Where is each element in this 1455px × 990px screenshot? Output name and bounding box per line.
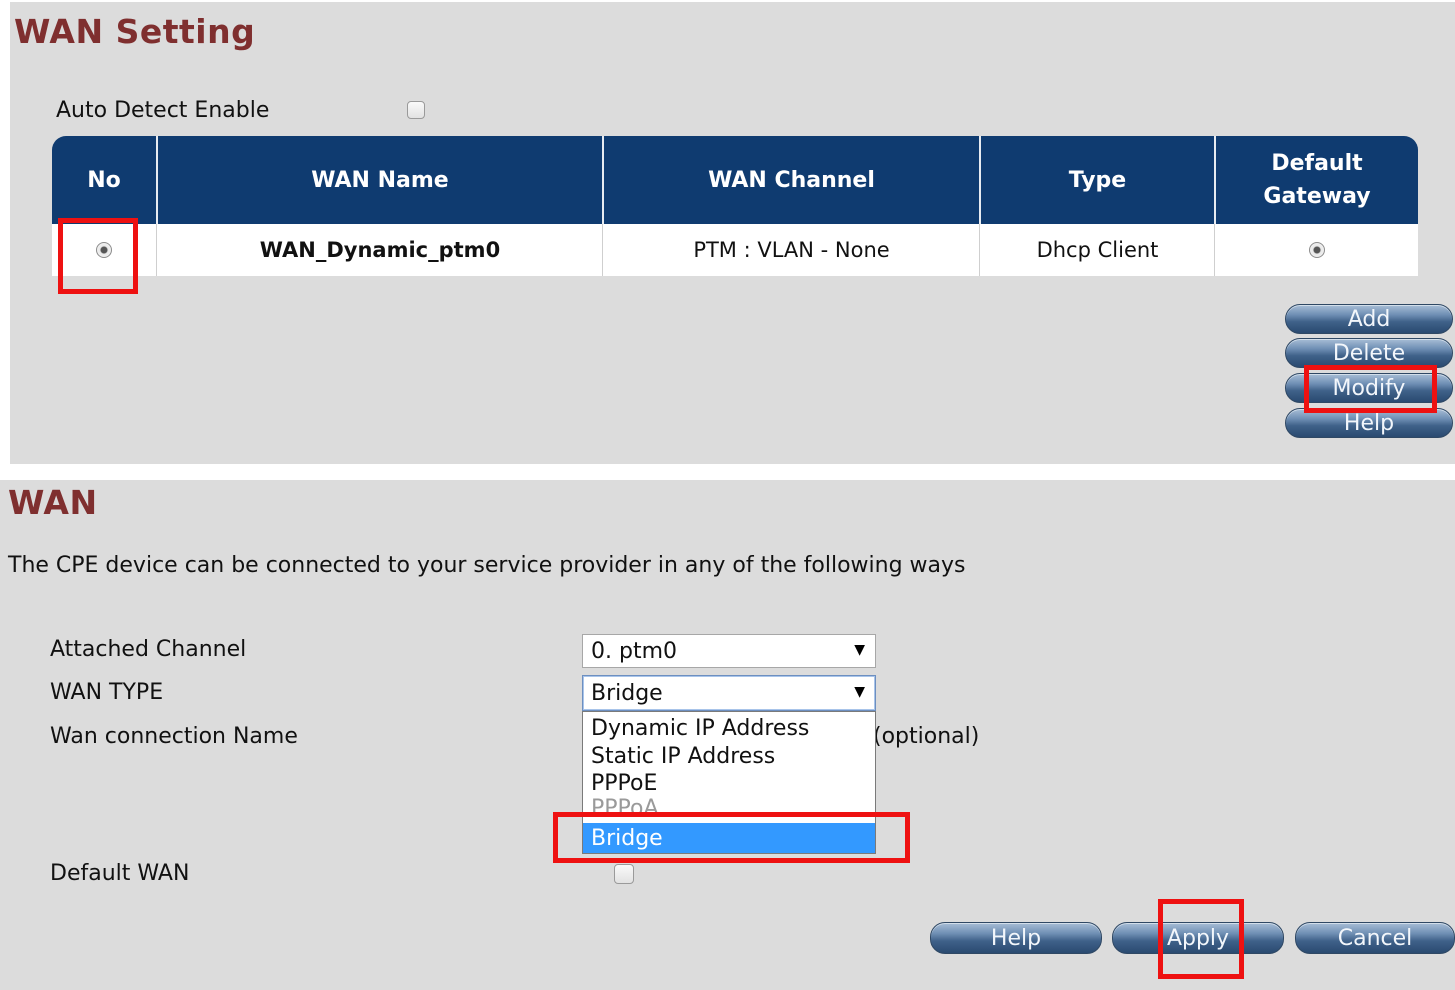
option-dynamic-ip[interactable]: Dynamic IP Address (583, 714, 875, 742)
cell-type: Dhcp Client (1036, 238, 1159, 262)
dropdown-arrow-icon: ▼ (854, 684, 865, 701)
help-button[interactable]: Help (930, 922, 1102, 954)
dropdown-arrow-icon: ▼ (854, 642, 865, 659)
wan-type-label: WAN TYPE (50, 680, 164, 705)
wan-title: WAN (8, 483, 98, 522)
annotation-box-apply (1158, 899, 1244, 979)
header-no: No (87, 167, 121, 193)
annotation-box-modify (1304, 365, 1437, 413)
cell-wan-channel: PTM : VLAN - None (693, 238, 890, 262)
header-default-gateway-line1: Default (1271, 151, 1363, 176)
header-type: Type (1068, 167, 1127, 193)
auto-detect-checkbox[interactable] (407, 101, 425, 119)
attached-channel-label: Attached Channel (50, 637, 247, 662)
wan-type-select[interactable]: Bridge ▼ (582, 675, 876, 711)
auto-detect-label: Auto Detect Enable (56, 98, 270, 123)
header-wan-name: WAN Name (311, 167, 449, 193)
header-wan-channel: WAN Channel (708, 167, 875, 193)
default-gateway-radio[interactable] (1309, 242, 1325, 258)
wan-table-header: No WAN Name WAN Channel Type Default Gat… (52, 136, 1418, 224)
wan-description: The CPE device can be connected to your … (8, 553, 966, 578)
table-row: WAN_Dynamic_ptm0 PTM : VLAN - None Dhcp … (52, 224, 1418, 276)
cancel-button[interactable]: Cancel (1295, 922, 1455, 954)
header-default-gateway: Default Gateway (1216, 136, 1418, 224)
attached-channel-select[interactable]: 0. ptm0 ▼ (582, 634, 876, 668)
header-default-gateway-line2: Gateway (1263, 184, 1371, 209)
connection-name-label: Wan connection Name (50, 724, 298, 749)
default-wan-checkbox[interactable] (614, 864, 634, 884)
annotation-box-bridge (553, 812, 910, 863)
default-wan-label: Default WAN (50, 861, 190, 886)
attached-channel-value: 0. ptm0 (591, 638, 678, 664)
optional-text: (optional) (873, 724, 980, 749)
delete-button[interactable]: Delete (1285, 338, 1453, 368)
add-button[interactable]: Add (1285, 304, 1453, 334)
option-static-ip[interactable]: Static IP Address (583, 742, 875, 770)
wan-setting-title: WAN Setting (14, 12, 256, 51)
annotation-box-row-radio (58, 218, 138, 294)
wan-type-value: Bridge (591, 680, 663, 706)
option-pppoe[interactable]: PPPoE (583, 769, 875, 797)
cell-wan-name: WAN_Dynamic_ptm0 (259, 238, 501, 262)
option-pppoa[interactable]: PPPoA (583, 796, 875, 812)
cell-default-gateway (1216, 224, 1418, 276)
